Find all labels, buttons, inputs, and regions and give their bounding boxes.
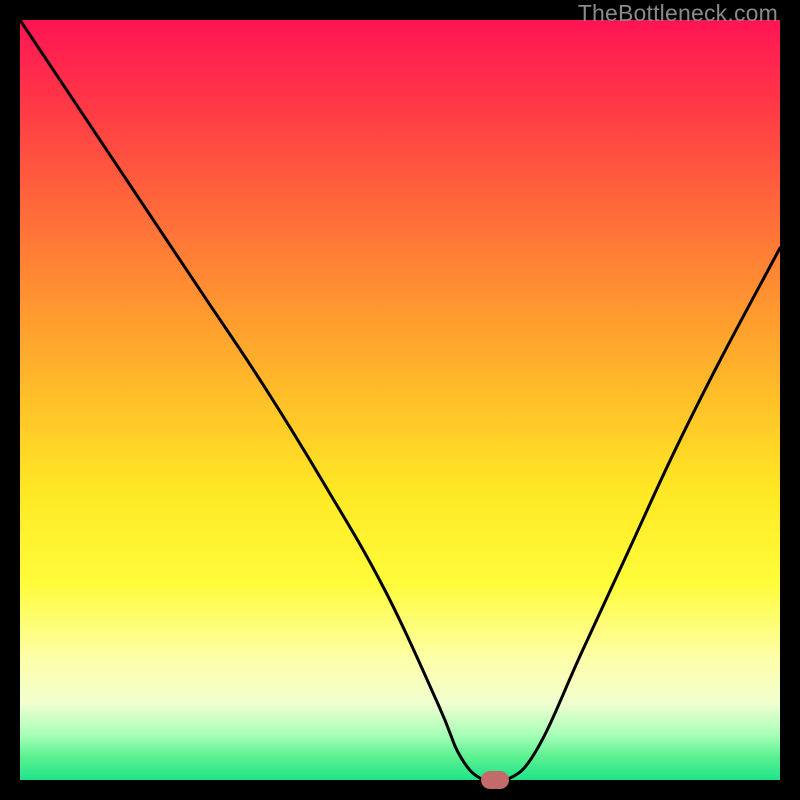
chart-curve: [20, 20, 780, 780]
bottleneck-chart: TheBottleneck.com: [0, 0, 800, 800]
chart-marker: [481, 771, 509, 789]
watermark-text: TheBottleneck.com: [578, 0, 778, 27]
